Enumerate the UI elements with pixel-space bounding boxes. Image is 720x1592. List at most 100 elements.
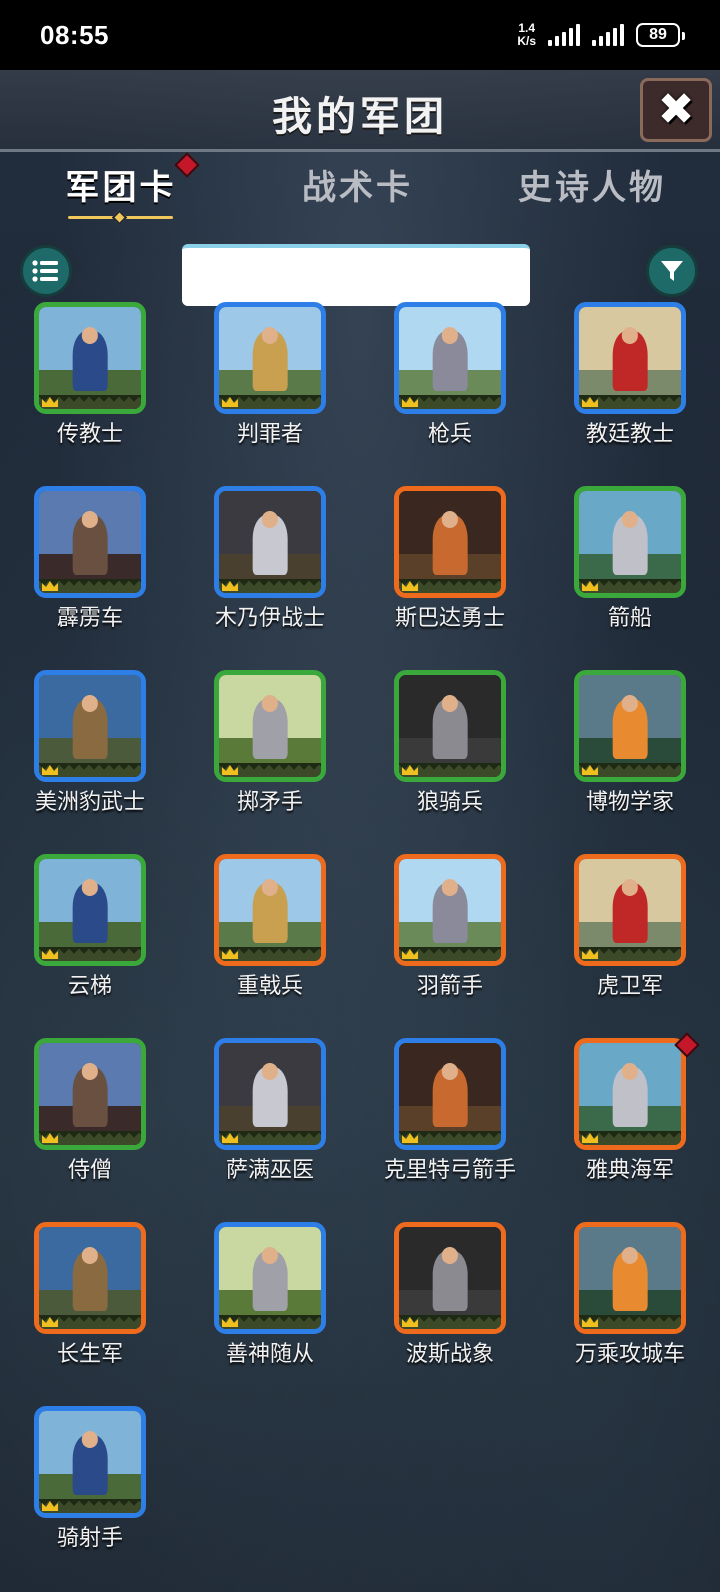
unit-card[interactable]: 侍僧: [0, 1038, 180, 1222]
unit-card[interactable]: 长生军: [0, 1222, 180, 1406]
unit-card[interactable]: 萨满巫医: [180, 1038, 360, 1222]
unit-card[interactable]: 教廷教士: [540, 302, 720, 486]
card-name: 美洲豹武士: [34, 790, 145, 815]
card-name: 长生军: [56, 1342, 123, 1367]
card-name: 波斯战象: [405, 1342, 494, 1367]
unit-card[interactable]: 云梯: [0, 854, 180, 1038]
card-portrait: [574, 854, 686, 966]
unit-portrait-image: [399, 491, 501, 593]
unit-card[interactable]: 羽箭手: [360, 854, 540, 1038]
filter-button[interactable]: [646, 245, 698, 297]
unit-card[interactable]: 狼骑兵: [360, 670, 540, 854]
unit-card[interactable]: 美洲豹武士: [0, 670, 180, 854]
clock: 08:55: [40, 19, 109, 50]
unit-portrait-image: [579, 1043, 681, 1145]
unit-portrait-image: [399, 307, 501, 409]
unit-card[interactable]: 传教士: [0, 302, 180, 486]
card-portrait: [214, 854, 326, 966]
unit-card[interactable]: 箭船: [540, 486, 720, 670]
unit-card[interactable]: 骑射手: [0, 1406, 180, 1590]
card-portrait: [214, 302, 326, 414]
card-name: 虎卫军: [596, 974, 663, 999]
card-name: 侍僧: [67, 1158, 112, 1183]
card-portrait: [34, 1038, 146, 1150]
card-portrait: [214, 486, 326, 598]
card-portrait: [574, 670, 686, 782]
card-portrait: [34, 486, 146, 598]
card-name: 云梯: [67, 974, 112, 999]
tab-tactic-cards[interactable]: 战术卡: [290, 160, 425, 220]
unit-card[interactable]: 万乘攻城车: [540, 1222, 720, 1406]
unit-card[interactable]: 霹雳车: [0, 486, 180, 670]
unit-card[interactable]: 虎卫军: [540, 854, 720, 1038]
active-tab-indicator: [68, 209, 173, 226]
card-portrait: [394, 486, 506, 598]
unit-portrait-image: [39, 1411, 141, 1513]
card-portrait: [394, 1222, 506, 1334]
unit-portrait-image: [219, 1227, 321, 1329]
unit-card[interactable]: 善神随从: [180, 1222, 360, 1406]
card-name: 萨满巫医: [225, 1158, 314, 1183]
filter-icon: [661, 261, 683, 281]
unit-card[interactable]: 克里特弓箭手: [360, 1038, 540, 1222]
card-portrait: [574, 1222, 686, 1334]
unit-card[interactable]: 博物学家: [540, 670, 720, 854]
card-name: 羽箭手: [416, 974, 483, 999]
card-name: 重戟兵: [236, 974, 303, 999]
card-name: 木乃伊战士: [214, 606, 325, 631]
card-name: 箭船: [607, 606, 652, 631]
tab-epic-heroes[interactable]: 史诗人物: [512, 160, 672, 220]
unit-portrait-image: [579, 491, 681, 593]
unit-portrait-image: [399, 1043, 501, 1145]
card-portrait: [34, 1406, 146, 1518]
unit-card[interactable]: 木乃伊战士: [180, 486, 360, 670]
search-input[interactable]: [182, 244, 530, 306]
network-speed: 1.4 K/s: [517, 21, 536, 48]
card-portrait: [394, 854, 506, 966]
unit-portrait-image: [219, 491, 321, 593]
unit-portrait-image: [219, 307, 321, 409]
card-portrait: [34, 854, 146, 966]
unit-card[interactable]: 雅典海军: [540, 1032, 720, 1222]
unit-card[interactable]: 枪兵: [360, 302, 540, 486]
list-view-button[interactable]: [20, 245, 72, 297]
unit-portrait-image: [579, 859, 681, 961]
card-name: 掷矛手: [236, 790, 303, 815]
unit-portrait-image: [219, 859, 321, 961]
card-portrait: [214, 1038, 326, 1150]
unit-portrait-image: [219, 675, 321, 777]
card-portrait: [574, 486, 686, 598]
card-portrait: [34, 670, 146, 782]
close-button[interactable]: ✖: [640, 78, 712, 142]
battery-icon: 89: [636, 23, 685, 47]
card-portrait: [394, 1038, 506, 1150]
unit-portrait-image: [399, 675, 501, 777]
card-name: 雅典海军: [585, 1158, 674, 1183]
unit-portrait-image: [579, 1227, 681, 1329]
card-portrait: [394, 670, 506, 782]
unit-card[interactable]: 判罪者: [180, 302, 360, 486]
card-portrait: [394, 302, 506, 414]
unit-card[interactable]: 波斯战象: [360, 1222, 540, 1406]
signal-2-icon: [592, 24, 624, 46]
card-name: 斯巴达勇士: [394, 606, 505, 631]
close-icon: ✖: [657, 84, 695, 135]
unit-portrait-image: [39, 307, 141, 409]
unit-portrait-image: [399, 859, 501, 961]
card-portrait: [34, 1222, 146, 1334]
unit-portrait-image: [39, 491, 141, 593]
card-name: 教廷教士: [585, 422, 674, 447]
card-name: 万乘攻城车: [574, 1342, 685, 1367]
unit-portrait-image: [39, 675, 141, 777]
card-portrait: [214, 1222, 326, 1334]
unit-card[interactable]: 斯巴达勇士: [360, 486, 540, 670]
card-portrait: [574, 302, 686, 414]
card-name: 枪兵: [427, 422, 472, 447]
unit-portrait-image: [399, 1227, 501, 1329]
unit-card[interactable]: 掷矛手: [180, 670, 360, 854]
status-icons: 1.4 K/s 89: [517, 21, 685, 48]
card-name: 骑射手: [56, 1526, 123, 1551]
card-name: 狼骑兵: [416, 790, 483, 815]
unit-portrait-image: [39, 1043, 141, 1145]
unit-card[interactable]: 重戟兵: [180, 854, 360, 1038]
